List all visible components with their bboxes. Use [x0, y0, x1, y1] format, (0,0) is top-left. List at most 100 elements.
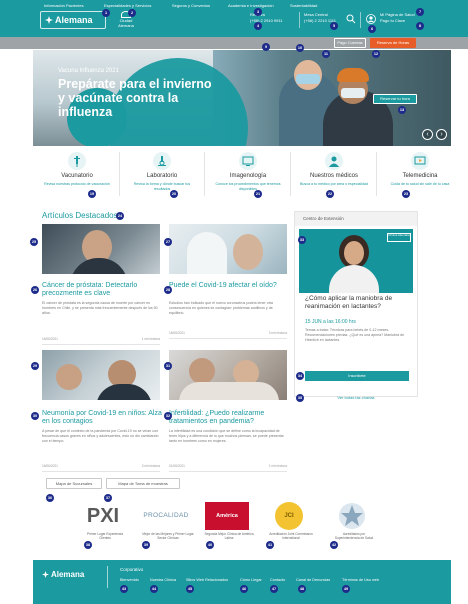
article-image[interactable]	[42, 224, 160, 274]
marker-badge: 12	[372, 50, 380, 58]
marker-badge: 5	[330, 22, 338, 30]
superintendencia-star-logo[interactable]	[338, 502, 366, 530]
article-date: 01/06/2021	[169, 464, 185, 468]
divider	[169, 338, 287, 339]
article-title[interactable]: Infertilidad: ¿Puedo realizarme tratamie…	[169, 410, 289, 426]
service-desc[interactable]: Conoce los procedimientos que tenemos di…	[213, 182, 283, 192]
nav-item-seguros[interactable]: Seguros y Convenios	[172, 2, 210, 10]
article-read-time: 1 min lectura	[141, 337, 160, 341]
article-photo-figure	[56, 364, 82, 390]
all-talks-link[interactable]: Ver todas las charlas	[294, 395, 418, 400]
divider	[119, 152, 120, 196]
article-excerpt: El cáncer de próstata es la segunda caus…	[42, 301, 158, 315]
monitor-icon	[239, 152, 257, 170]
nav-item-sustentabilidad[interactable]: Sustentabilidad	[290, 2, 317, 10]
nav-item-pacientes[interactable]: Información Pacientes	[44, 2, 84, 10]
marker-badge: 25	[30, 238, 38, 246]
map-sucursales-button[interactable]: Mapa de Sucursales	[46, 478, 102, 489]
article-excerpt: La infertilidad es una condición que se …	[169, 429, 284, 443]
marker-badge: 26	[31, 286, 39, 294]
extension-title[interactable]: ¿Cómo aplicar la maniobra de reanimación…	[305, 295, 413, 310]
service-telemedicina[interactable]: Telemedicina Cuida de tu salud sin salir…	[381, 148, 459, 203]
service-medicos[interactable]: Nuestros médicos Busca a tu médico por á…	[295, 148, 373, 203]
service-desc[interactable]: Revisa nuestras protocolo de vacunación	[42, 182, 112, 187]
carousel-next-icon[interactable]: ›	[436, 129, 447, 140]
service-title: Laboratorio	[146, 173, 178, 179]
user-icon[interactable]	[366, 14, 376, 24]
footer-link-terminos[interactable]: Términos de Uso web	[342, 578, 379, 582]
hero-reserve-button[interactable]: Reservar tu hora	[373, 94, 417, 104]
service-desc[interactable]: Cuida de tu salud sin salir de tu casa	[385, 182, 455, 187]
footer-link-nuestra-clinica[interactable]: Nuestra Clínica	[150, 578, 176, 582]
service-vacunatorio[interactable]: Vacunatorio Revisa nuestras protocolo de…	[38, 148, 116, 203]
footer-logo[interactable]: Alemana	[42, 570, 84, 579]
america-economia-logo[interactable]: América Economía	[205, 502, 249, 547]
article-title[interactable]: Neumonía por Covid-19 en niños: Alza en …	[42, 410, 162, 426]
article-image[interactable]	[42, 350, 160, 400]
marker-badge: 22	[326, 190, 334, 198]
account-link[interactable]: Mi Página de Salud Pago tu Clave	[380, 12, 415, 24]
nav-item-academia[interactable]: Academia e Investigación	[228, 2, 274, 10]
photo-figure	[329, 265, 379, 293]
article-excerpt: A pesar de que el contexto de la pandemi…	[42, 429, 159, 443]
inscribete-button[interactable]: Inscríbete	[305, 371, 409, 381]
footer-link-denuncias[interactable]: Canal de Denuncias	[296, 578, 330, 582]
marker-badge: 45	[186, 585, 194, 593]
marker-badge: 4	[254, 22, 262, 30]
hero-person-image	[337, 68, 369, 82]
marker-badge: 21	[254, 190, 262, 198]
footer-logo-text: Alemana	[50, 570, 85, 579]
hero-subtitle: Vacuna Influenza 2021	[58, 68, 119, 74]
marker-badge: 13	[398, 106, 406, 114]
alemana-logo[interactable]: Alemana	[40, 11, 106, 29]
footer-link-bienvenido[interactable]: Bienvenido	[120, 578, 139, 582]
service-desc[interactable]: Revisa la forma y dónde buscar tus resul…	[127, 182, 197, 192]
service-imagenologia[interactable]: Imagenología Conoce los procedimientos q…	[209, 148, 287, 203]
article-title[interactable]: Cáncer de próstata: Detectarlo precozmen…	[42, 282, 162, 298]
account-line2: Pago tu Clave	[380, 18, 406, 23]
footer-link-sitios-web[interactable]: Sitios Web Relacionados	[186, 578, 228, 582]
marker-badge: 47	[270, 585, 278, 593]
article-excerpt: Estudios han indicado que el nuevo coron…	[169, 301, 273, 315]
marker-badge: 40	[206, 541, 214, 549]
marker-badge: 10	[296, 44, 304, 52]
footer-corporate-heading: Corporativo	[120, 567, 144, 572]
header-divider	[299, 12, 300, 28]
search-icon[interactable]	[346, 14, 356, 24]
footer-link-contacto[interactable]: Contacto	[270, 578, 285, 582]
reserva-horas-button[interactable]: Reserva de Horas	[370, 38, 416, 48]
divider	[376, 152, 377, 196]
marker-badge: 29	[31, 362, 39, 370]
jci-seal-logo[interactable]: JCI	[275, 502, 303, 530]
marker-badge: 20	[170, 190, 178, 198]
marker-badge: 27	[164, 238, 172, 246]
extension-center-image[interactable]: Clínica Alemana	[299, 229, 413, 293]
ciudad-logo-text: Ciudad Alemana	[118, 18, 134, 28]
marker-badge: 38	[84, 541, 92, 549]
nav-item-especialidades[interactable]: Especialidades y Servicios	[104, 2, 151, 10]
marker-badge: 42	[330, 541, 338, 549]
marker-badge: 30	[31, 412, 39, 420]
article-image[interactable]	[169, 224, 287, 274]
pxi-logo[interactable]: PXI	[82, 502, 124, 530]
service-desc[interactable]: Busca a tu médico por área o especialida…	[299, 182, 369, 187]
doctor-icon	[325, 152, 343, 170]
marker-badge: 9	[262, 43, 270, 51]
service-laboratorio[interactable]: Laboratorio Revisa la forma y dónde busc…	[123, 148, 201, 203]
article-title[interactable]: Puede el Covid-19 afectar el oído?	[169, 282, 289, 290]
marker-badge: 48	[298, 585, 306, 593]
marker-badge: 43	[120, 585, 128, 593]
procalidad-logo[interactable]: PROCALIDAD	[138, 502, 194, 530]
certification-caption: Segunda Mejor Clínica de América Latina	[204, 532, 254, 540]
marker-badge: 8	[416, 22, 424, 30]
carousel-prev-icon[interactable]: ‹	[422, 129, 433, 140]
map-toma-muestras-button[interactable]: Mapa de Toma de muestras	[106, 478, 180, 489]
footer-link-como-llegar[interactable]: Cómo Llegar	[240, 578, 262, 582]
vaccine-icon	[68, 152, 86, 170]
marker-badge: 11	[322, 50, 330, 58]
pago-cuentas-button[interactable]: Pago Cuentas	[334, 38, 366, 48]
marker-badge: 35	[296, 394, 304, 402]
article-read-time: 1 min lectura	[268, 464, 287, 468]
logo-text: Alemana	[55, 15, 93, 25]
article-image[interactable]	[169, 350, 287, 400]
